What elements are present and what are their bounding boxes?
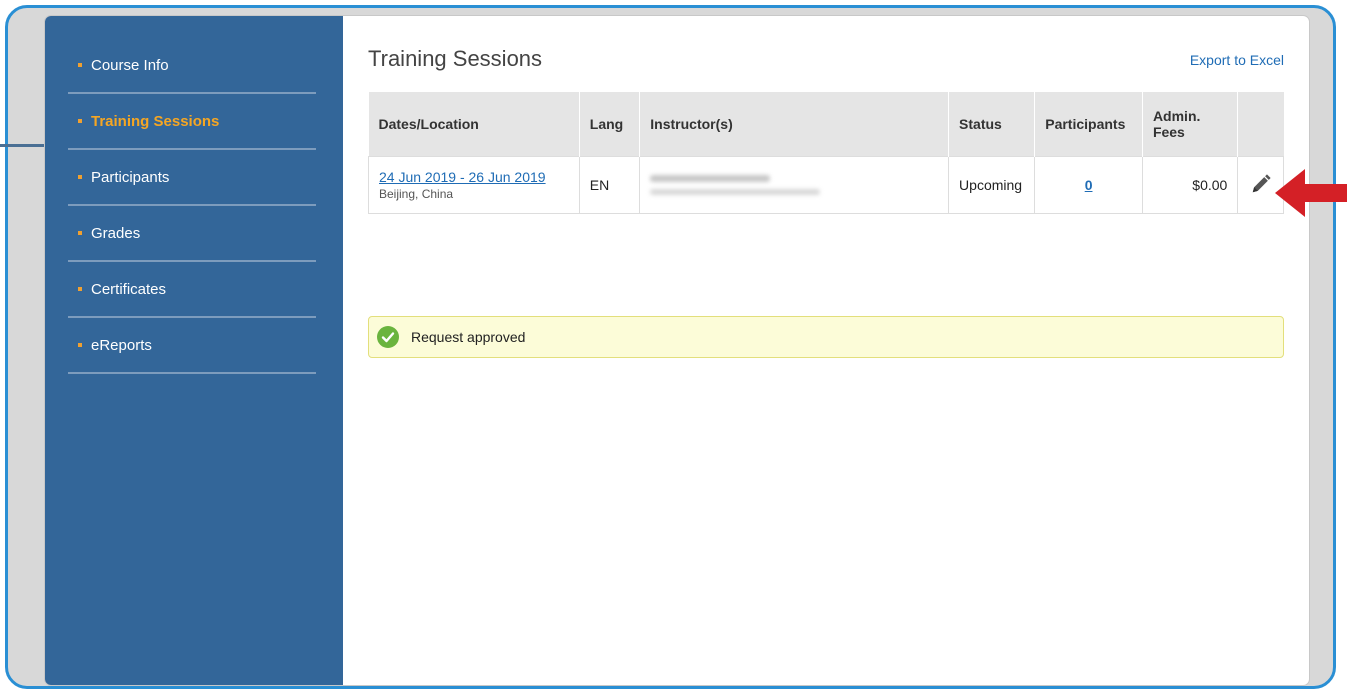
sidebar-nav: Course Info Training Sessions Participan… (45, 16, 343, 374)
alert-message: Request approved (411, 329, 526, 345)
participants-cell: 0 (1034, 156, 1143, 214)
bullet-icon (78, 287, 82, 291)
check-circle-icon (377, 326, 399, 348)
column-header-actions (1237, 92, 1284, 157)
export-to-excel-link[interactable]: Export to Excel (1190, 52, 1284, 68)
app-window: Course Info Training Sessions Participan… (45, 16, 1309, 685)
bullet-icon (78, 231, 82, 235)
callout-connector (0, 144, 48, 147)
sidebar-item-label: Certificates (91, 280, 167, 298)
column-header-dates-location[interactable]: Dates/Location (368, 92, 580, 157)
bullet-icon (78, 119, 82, 123)
participants-count-link[interactable]: 0 (1085, 177, 1093, 193)
column-header-participants[interactable]: Participants (1034, 92, 1143, 157)
sessions-table: Dates/Location Lang Instructor(s) Status… (368, 92, 1284, 214)
session-dates-link[interactable]: 24 Jun 2019 - 26 Jun 2019 (379, 169, 569, 185)
sidebar-item-label: eReports (91, 336, 152, 354)
session-location: Beijing, China (379, 187, 454, 201)
bullet-icon (78, 175, 82, 179)
sidebar: Course Info Training Sessions Participan… (45, 16, 343, 685)
sidebar-item-participants[interactable]: Participants (68, 150, 316, 206)
redacted-instructor-email (650, 189, 821, 195)
bullet-icon (78, 343, 82, 347)
sidebar-item-label: Training Sessions (91, 112, 220, 130)
redacted-instructor-name (650, 175, 771, 182)
instructor-cell (639, 156, 950, 214)
column-header-admin-fees[interactable]: Admin. Fees (1141, 92, 1238, 157)
table-row: 24 Jun 2019 - 26 Jun 2019 Beijing, China… (368, 156, 1284, 214)
admin-fees-cell: $0.00 (1141, 156, 1239, 214)
dates-location-cell: 24 Jun 2019 - 26 Jun 2019 Beijing, China (368, 156, 580, 214)
sidebar-item-certificates[interactable]: Certificates (68, 262, 316, 318)
success-alert: Request approved (368, 316, 1284, 358)
main-content: Training Sessions Export to Excel Dates/… (343, 16, 1309, 685)
sidebar-item-course-info[interactable]: Course Info (68, 38, 316, 94)
sidebar-item-ereports[interactable]: eReports (68, 318, 316, 374)
sidebar-item-label: Participants (91, 168, 170, 186)
column-header-status[interactable]: Status (948, 92, 1035, 157)
sidebar-item-label: Course Info (91, 56, 169, 74)
status-cell: Upcoming (948, 156, 1036, 214)
pencil-icon[interactable] (1250, 173, 1272, 198)
bullet-icon (78, 63, 82, 67)
column-header-instructors[interactable]: Instructor(s) (639, 92, 949, 157)
annotation-arrow-icon (1275, 169, 1347, 217)
lang-cell: EN (578, 156, 641, 214)
sidebar-item-grades[interactable]: Grades (68, 206, 316, 262)
page-title: Training Sessions (368, 46, 543, 71)
column-header-lang[interactable]: Lang (578, 92, 640, 157)
sidebar-item-label: Grades (91, 224, 141, 242)
sidebar-item-training-sessions[interactable]: Training Sessions (68, 94, 316, 150)
table-header-row: Dates/Location Lang Instructor(s) Status… (368, 92, 1284, 157)
